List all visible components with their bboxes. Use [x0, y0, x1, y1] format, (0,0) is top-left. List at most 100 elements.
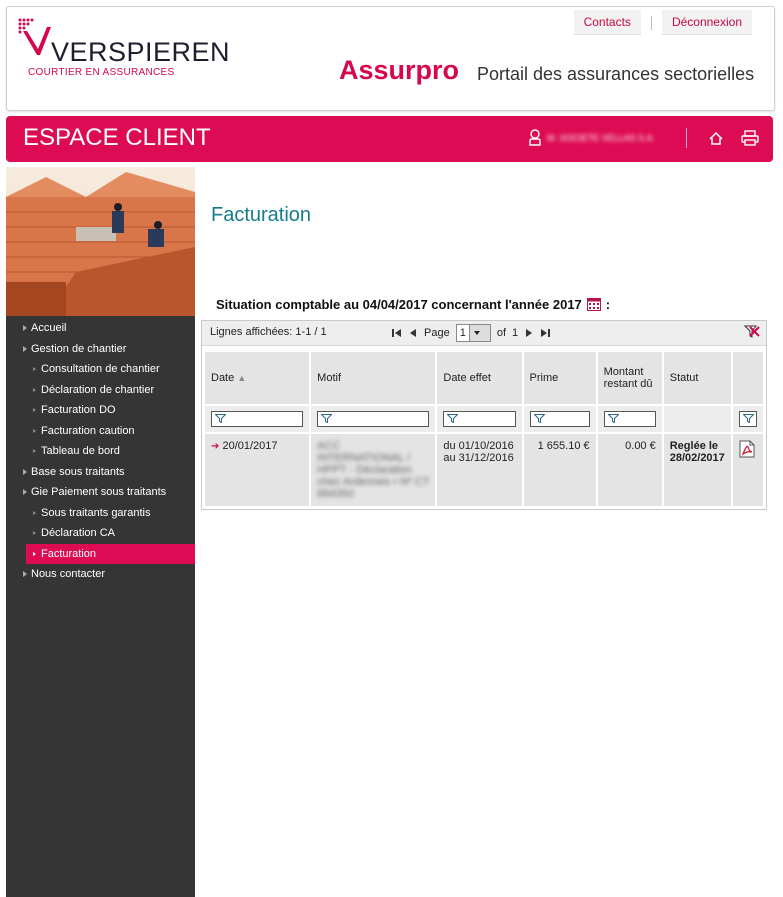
situation-suffix: : — [605, 297, 611, 312]
user-icon — [529, 129, 541, 146]
sidebar-item-tableau-de-bord[interactable]: Tableau de bord — [6, 441, 195, 462]
chevron-right-icon — [33, 449, 36, 453]
filter-cell-date-effet — [437, 406, 522, 432]
sidebar-item-facturation[interactable]: Facturation — [26, 543, 195, 564]
chevron-right-icon — [33, 387, 36, 392]
filter-input-date[interactable] — [211, 411, 304, 427]
of-label: of — [496, 327, 507, 339]
chevron-right-icon — [33, 531, 36, 535]
top-links: Contacts Déconnexion — [573, 10, 752, 35]
filter-input-prime[interactable] — [529, 411, 590, 427]
chevron-right-icon — [23, 489, 27, 495]
filter-menu-button[interactable] — [738, 411, 757, 427]
filter-cell-actions — [732, 406, 763, 432]
pager-controls: Page 1 of 1 — [392, 324, 551, 342]
column-header-motif[interactable]: Motif — [311, 352, 436, 404]
sidebar-item-base-sous-traitants[interactable]: Base sous traitants — [6, 462, 195, 483]
filter-icon — [447, 414, 459, 423]
sort-asc-icon: ▲ — [237, 373, 247, 383]
client-space-bar: ESPACE CLIENT M. SOCIETE VELLAS S.A. — [6, 116, 773, 162]
filter-input-motif[interactable] — [317, 411, 430, 427]
logo-mark-icon — [18, 18, 51, 55]
chevron-right-icon — [33, 551, 36, 556]
column-header-date[interactable]: Date ▲ — [205, 352, 310, 404]
filter-input-date-effet[interactable] — [443, 411, 516, 427]
filter-icon — [321, 414, 333, 423]
print-icon[interactable] — [741, 130, 759, 146]
sidebar-nav: Accueil Gestion de chantier Consultation… — [6, 316, 195, 585]
page-select[interactable]: 1 — [455, 324, 491, 342]
chevron-right-icon — [33, 367, 36, 371]
column-header-date-effet[interactable]: Date effet — [437, 352, 522, 404]
column-header-montant[interactable]: Montant restant dû — [597, 352, 662, 404]
filter-cell-motif — [311, 406, 436, 432]
column-header-statut[interactable]: Statut — [663, 352, 731, 404]
filter-icon — [607, 414, 619, 423]
lines-displayed: Lignes affichées: 1-1 / 1 — [210, 326, 327, 338]
page-label: Page — [424, 327, 450, 339]
user-name: M. SOCIETE VELLAS S.A. — [547, 132, 656, 143]
filter-input-montant[interactable] — [603, 411, 656, 427]
billing-grid: Lignes affichées: 1-1 / 1 Page 1 of 1 Da… — [201, 320, 767, 510]
sidebar-item-declaration-chantier[interactable]: Déclaration de chantier — [6, 380, 195, 401]
next-page-icon[interactable] — [524, 328, 534, 338]
cell-actions — [732, 434, 763, 506]
clear-filter-icon[interactable] — [744, 324, 760, 340]
cell-statut: Reglée le 28/02/2017 — [663, 434, 731, 506]
cell-motif: ACC INTERNATIONAL / HPPT - Déclaration c… — [311, 434, 436, 506]
contacts-link[interactable]: Contacts — [573, 10, 641, 35]
filter-row — [205, 406, 763, 432]
calendar-icon[interactable] — [586, 298, 601, 311]
sidebar-item-facturation-caution[interactable]: Facturation caution — [6, 421, 195, 442]
filter-icon — [533, 414, 545, 423]
cell-date: ➔ 20/01/2017 — [205, 434, 310, 506]
filter-cell-date — [205, 406, 310, 432]
table-row[interactable]: ➔ 20/01/2017 ACC INTERNATIONAL / HPPT - … — [205, 434, 763, 506]
chevron-right-icon — [33, 428, 36, 433]
sidebar-item-sous-traitants-garantis[interactable]: Sous traitants garantis — [6, 503, 195, 524]
brand-title: Assurpro — [339, 55, 460, 85]
site-header: VERSPIEREN COURTIER EN ASSURANCES Contac… — [6, 6, 775, 111]
user-info[interactable]: M. SOCIETE VELLAS S.A. — [529, 129, 655, 146]
filter-cell-statut — [663, 406, 731, 432]
chevron-right-icon — [23, 345, 27, 352]
logout-link[interactable]: Déconnexion — [661, 10, 752, 35]
last-page-icon[interactable] — [540, 328, 551, 338]
chevron-right-icon — [23, 468, 27, 475]
total-pages: 1 — [512, 327, 519, 339]
table-header-row: Date ▲ Motif Date effet Prime Montant re… — [205, 352, 763, 404]
sidebar-item-facturation-do[interactable]: Facturation DO — [6, 400, 195, 421]
prev-page-icon[interactable] — [408, 328, 418, 338]
chevron-right-icon — [33, 510, 36, 515]
filter-icon — [215, 414, 226, 423]
chevron-right-icon — [33, 408, 36, 412]
chevron-right-icon — [23, 325, 27, 331]
situation-heading: Situation comptable au 04/04/2017 concer… — [216, 297, 610, 312]
pdf-icon[interactable] — [739, 440, 755, 458]
sidebar: Accueil Gestion de chantier Consultation… — [6, 167, 195, 897]
brand-tagline: Portail des assurances sectorielles — [477, 64, 755, 84]
page-title: Facturation — [211, 204, 312, 226]
column-header-prime[interactable]: Prime — [523, 352, 596, 404]
cell-prime: 1 655.10 € — [523, 434, 596, 506]
filter-icon — [742, 414, 754, 423]
link-divider — [650, 15, 652, 30]
sidebar-item-declaration-ca[interactable]: Déclaration CA — [6, 523, 195, 544]
filter-cell-prime — [523, 406, 596, 432]
page-select-value: 1 — [459, 327, 466, 339]
situation-text: Situation comptable au 04/04/2017 concer… — [216, 297, 582, 312]
cell-montant: 0.00 € — [597, 434, 662, 506]
sidebar-item-gie-paiement[interactable]: Gie Paiement sous traitants — [6, 482, 195, 503]
sidebar-item-nous-contacter[interactable]: Nous contacter — [6, 564, 195, 585]
sidebar-item-accueil[interactable]: Accueil — [6, 318, 195, 339]
billing-table: Date ▲ Motif Date effet Prime Montant re… — [203, 350, 765, 508]
home-icon[interactable] — [708, 130, 724, 146]
sidebar-item-gestion-chantier[interactable]: Gestion de chantier — [6, 339, 195, 360]
filter-cell-montant — [597, 406, 662, 432]
sidebar-item-consultation-chantier[interactable]: Consultation de chantier — [6, 359, 195, 380]
first-page-icon[interactable] — [392, 328, 402, 338]
chevron-right-icon — [23, 571, 27, 577]
dropdown-arrow-icon — [468, 325, 490, 341]
verspieren-logo[interactable]: VERSPIEREN COURTIER EN ASSURANCES — [17, 15, 230, 85]
grid-pager: Lignes affichées: 1-1 / 1 Page 1 of 1 — [202, 321, 766, 346]
